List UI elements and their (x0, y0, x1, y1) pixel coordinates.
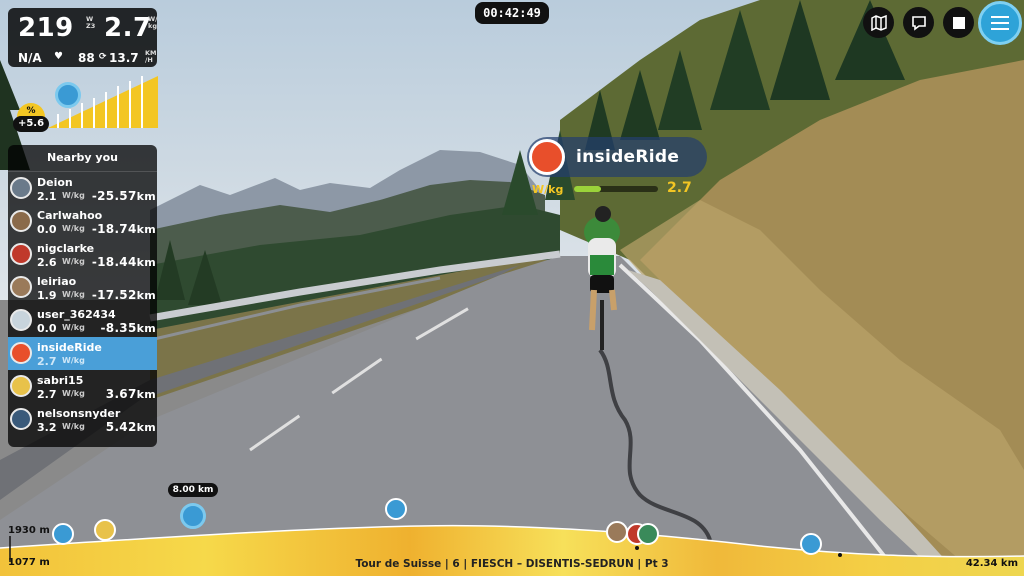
wkg-unit-bottom: kg (148, 22, 157, 30)
rider-gap: 3.67km (105, 387, 156, 401)
rider-pin (385, 498, 407, 520)
rider-wkg-unit: W/kg (62, 323, 85, 332)
map-icon (870, 14, 887, 31)
nearby-rider-row[interactable]: nigclarke 2.6 W/kg -18.44km (8, 238, 157, 271)
avatar (10, 309, 32, 331)
rider-wkg: 3.2 (37, 421, 57, 434)
rider-tag-wkg-value: 2.7 (667, 180, 692, 196)
rider-name: sabri15 (37, 374, 84, 387)
gradient-value: +5.6 (13, 116, 49, 132)
self-position-pin (180, 503, 206, 529)
nearby-rider-row[interactable]: sabri15 2.7 W/kg 3.67km (8, 370, 157, 403)
nearby-rider-row[interactable]: nelsonsnyder 3.2 W/kg 5.42km (8, 403, 157, 436)
nearby-rider-row-self[interactable]: insideRide 2.7 W/kg (8, 337, 157, 370)
heart-rate-value: N/A (18, 51, 42, 65)
heart-icon: ♥ (54, 51, 63, 62)
avatar (10, 210, 32, 232)
menu-icon (991, 16, 1009, 30)
rider-name: Deion (37, 176, 73, 189)
marker-dot (838, 553, 842, 557)
rider-position-pin (55, 82, 81, 108)
stop-icon (952, 16, 965, 29)
rider-wkg-unit: W/kg (62, 224, 85, 233)
nearby-rider-row[interactable]: Carlwahoo 0.0 W/kg -18.74km (8, 205, 157, 238)
rider-pin (94, 519, 116, 541)
rider-wkg-unit: W/kg (62, 356, 85, 365)
avatar (10, 375, 32, 397)
speed-unit-bottom: /H (145, 56, 153, 64)
rider-wkg: 2.1 (37, 190, 57, 203)
rider-pin (800, 533, 822, 555)
marker-dot (635, 546, 639, 550)
avatar (10, 342, 32, 364)
power-value: 219 (18, 13, 74, 43)
avatar (10, 408, 32, 430)
nearby-rider-row[interactable]: user_362434 0.0 W/kg -8.35km (8, 304, 157, 337)
rider-gap: -8.35km (100, 321, 156, 335)
max-elevation: 1930 m (8, 525, 50, 536)
map-button[interactable] (863, 7, 894, 38)
menu-button[interactable] (978, 1, 1022, 45)
rider-tag-wkg-fill (574, 186, 601, 192)
rider-wkg-unit: W/kg (62, 257, 85, 266)
rider-gap: -18.44km (91, 255, 156, 269)
rider-tag-wkg-bar (574, 186, 658, 192)
cadence-icon: ⟳ (99, 52, 107, 62)
avatar (10, 177, 32, 199)
rider-gap: -25.57km (91, 189, 156, 203)
rider-wkg: 2.7 (37, 355, 57, 368)
rider-wkg-unit: W/kg (62, 191, 85, 200)
stats-panel: 219 W Z3 2.7 W/ kg N/A ♥ 88 ⟳ 13.7 KM /H (8, 8, 158, 67)
rider-name: insideRide (37, 341, 102, 354)
rider-wkg: 2.6 (37, 256, 57, 269)
rider-wkg-unit: W/kg (62, 389, 85, 398)
rider-name: nelsonsnyder (37, 407, 121, 420)
rider-tag-wkg-label: W/kg (532, 183, 564, 196)
avatar (10, 243, 32, 265)
gradient-label: % (17, 103, 45, 117)
rider-pin (637, 523, 659, 545)
cadence-value: 88 (78, 51, 95, 65)
nearby-rider-row[interactable]: Deion 2.1 W/kg -25.57km (8, 172, 157, 205)
speed-value: 13.7 (109, 51, 139, 65)
avatar (529, 139, 565, 175)
chat-icon (911, 15, 926, 31)
rider-wkg: 2.7 (37, 388, 57, 401)
chat-button[interactable] (903, 7, 934, 38)
wkg-value: 2.7 (104, 13, 152, 43)
rider-wkg-unit: W/kg (62, 422, 85, 431)
rider-name: user_362434 (37, 308, 116, 321)
rider-gap: -17.52km (91, 288, 156, 302)
rider-pin (52, 523, 74, 545)
stage-title: Tour de Suisse | 6 | FIESCH – DISENTIS-S… (355, 558, 669, 570)
rider-wkg-unit: W/kg (62, 290, 85, 299)
stop-button[interactable] (943, 7, 974, 38)
nearby-title: Nearby you (8, 145, 157, 172)
elapsed-timer: 00:42:49 (475, 2, 549, 24)
nearby-rider-row[interactable]: leiriao 1.9 W/kg -17.52km (8, 271, 157, 304)
rider-pin (606, 521, 628, 543)
rider-wkg: 0.0 (37, 223, 57, 236)
nearby-panel: Nearby you Deion 2.1 W/kg -25.57km Carlw… (8, 145, 157, 447)
gradient-badge: % +5.6 (13, 103, 49, 132)
rider-tag[interactable]: insideRide (527, 137, 707, 179)
rider-wkg: 1.9 (37, 289, 57, 302)
rider-wkg: 0.0 (37, 322, 57, 335)
total-distance: 42.34 km (965, 558, 1018, 569)
power-zone: Z3 (86, 22, 96, 30)
rider-name: leiriao (37, 275, 77, 288)
rider-gap: 5.42km (105, 420, 156, 434)
rider-name: nigclarke (37, 242, 95, 255)
rider-gap: -18.74km (91, 222, 156, 236)
rider-tag-name: insideRide (576, 147, 680, 167)
distance-marker: 8.00 km (168, 483, 218, 497)
avatar (10, 276, 32, 298)
rider-name: Carlwahoo (37, 209, 103, 222)
